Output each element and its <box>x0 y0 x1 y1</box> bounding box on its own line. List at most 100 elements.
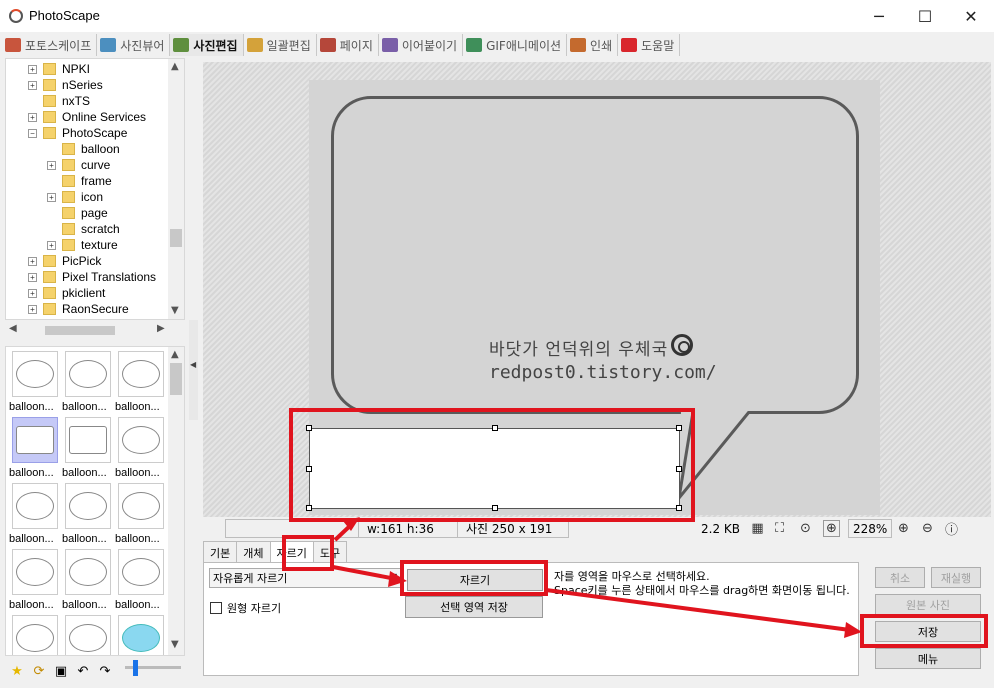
expand-toggle-icon[interactable]: + <box>47 160 56 170</box>
balloon-thumbnail-image[interactable] <box>12 417 58 463</box>
tab-gif-animation[interactable]: GIF애니메이션 <box>463 34 568 56</box>
tab-basic[interactable]: 기본 <box>203 541 238 563</box>
balloon-thumbnail-image[interactable] <box>12 483 58 529</box>
scroll-thumb[interactable] <box>170 229 182 247</box>
thumbnail-item[interactable]: balloon... <box>62 351 114 413</box>
zoom-out-icon[interactable]: ⊖ <box>919 520 936 537</box>
tree-item-scratch[interactable]: scratch <box>47 221 120 237</box>
tab-photo-viewer[interactable]: 사진뷰어 <box>97 34 171 56</box>
tree-item-raonsecure[interactable]: + RaonSecure <box>28 301 129 317</box>
tab-page[interactable]: 페이지 <box>317 34 379 56</box>
thumbnail-item[interactable] <box>62 615 114 655</box>
thumbnail-item[interactable] <box>9 615 61 655</box>
tree-horizontal-scrollbar[interactable]: ◀ ▶ <box>5 322 185 338</box>
scroll-up-icon[interactable]: ▲ <box>171 349 179 360</box>
scroll-right-icon[interactable]: ▶ <box>157 323 165 334</box>
balloon-thumbnail-image[interactable] <box>118 549 164 595</box>
tab-print[interactable]: 인쇄 <box>567 34 619 56</box>
thumbnail-item[interactable]: balloon... <box>9 549 61 611</box>
expand-toggle-icon[interactable]: + <box>28 112 37 122</box>
favorite-star-icon[interactable]: ★ <box>9 663 25 679</box>
balloon-thumbnail-image[interactable] <box>65 615 111 655</box>
original-photo-button[interactable]: 원본 사진 <box>875 594 981 615</box>
tree-item-nseries[interactable]: + nSeries <box>28 77 103 93</box>
thumbnail-size-slider[interactable] <box>125 660 181 676</box>
slider-knob[interactable] <box>133 660 138 676</box>
tree-item-balloon[interactable]: balloon <box>47 141 120 157</box>
tree-item-texture[interactable]: + texture <box>47 237 118 253</box>
expand-toggle-icon[interactable]: + <box>28 288 37 298</box>
expand-toggle-icon[interactable]: + <box>47 192 56 202</box>
balloon-thumbnail-image[interactable] <box>65 483 111 529</box>
collapse-arrow-icon[interactable]: ◀ <box>190 360 196 369</box>
tree-item-frame[interactable]: frame <box>47 173 112 189</box>
balloon-thumbnail-image[interactable] <box>12 615 58 655</box>
tree-item-icon[interactable]: + icon <box>47 189 103 205</box>
tree-item-nxts[interactable]: nxTS <box>28 93 90 109</box>
maximize-button[interactable]: ☐ <box>902 0 948 32</box>
tree-item-page[interactable]: page <box>47 205 108 221</box>
minimize-button[interactable]: ─ <box>856 0 902 32</box>
scroll-up-icon[interactable]: ▲ <box>171 61 179 72</box>
expand-toggle-icon[interactable]: + <box>28 272 37 282</box>
back-arrow-icon[interactable]: ↶ <box>75 663 91 679</box>
zoom-actual-icon[interactable]: ⊙ <box>797 520 814 537</box>
thumbnail-item[interactable]: balloon... <box>62 417 114 479</box>
expand-toggle-icon[interactable]: + <box>28 64 37 74</box>
zoom-fit-icon[interactable]: ⊕ <box>823 520 840 537</box>
tree-vertical-scrollbar[interactable]: ▲ ▼ <box>168 59 184 319</box>
tab-combine[interactable]: 이어붙이기 <box>379 34 464 56</box>
tree-item-online-services[interactable]: + Online Services <box>28 109 146 125</box>
tab-object[interactable]: 개체 <box>236 541 271 563</box>
balloon-thumbnail-image[interactable] <box>12 351 58 397</box>
thumbnail-item[interactable]: balloon... <box>9 351 61 413</box>
expand-toggle-icon[interactable]: + <box>28 256 37 266</box>
scroll-thumb[interactable] <box>170 363 182 395</box>
menu-button[interactable]: 메뉴 <box>875 648 981 669</box>
expand-toggle-icon[interactable]: + <box>28 80 37 90</box>
forward-arrow-icon[interactable]: ↷ <box>97 663 113 679</box>
save-selection-button[interactable]: 선택 영역 저장 <box>405 596 543 618</box>
checkbox-box[interactable] <box>210 602 222 614</box>
info-icon[interactable]: ⓘ <box>943 520 960 538</box>
balloon-thumbnail-image[interactable] <box>65 417 111 463</box>
balloon-thumbnail-image[interactable] <box>118 351 164 397</box>
tree-item-picpick[interactable]: + PicPick <box>28 253 101 269</box>
balloon-thumbnail-image[interactable] <box>12 549 58 595</box>
tab-photoscape-home[interactable]: 포토스케이프 <box>2 34 98 56</box>
balloon-thumbnail-image[interactable] <box>65 351 111 397</box>
fit-screen-icon[interactable]: ⛶ <box>771 520 788 537</box>
tab-help[interactable]: 도움말 <box>618 34 681 56</box>
thumbnail-item[interactable]: balloon... <box>115 417 167 479</box>
scroll-down-icon[interactable]: ▼ <box>171 305 179 316</box>
folder-view-icon[interactable]: ▣ <box>53 663 69 679</box>
cancel-button[interactable]: 취소 <box>875 567 925 588</box>
thumbnail-item[interactable]: balloon... <box>115 483 167 545</box>
circle-crop-checkbox[interactable]: 원형 자르기 <box>210 600 281 616</box>
thumbnail-item[interactable] <box>115 615 167 655</box>
tree-item-npki[interactable]: + NPKI <box>28 61 90 77</box>
expand-toggle-icon[interactable]: − <box>28 128 37 138</box>
thumbnail-item[interactable]: balloon... <box>115 549 167 611</box>
tab-photo-editor[interactable]: 사진편집 <box>170 34 244 56</box>
scroll-down-icon[interactable]: ▼ <box>171 639 179 650</box>
crop-mode-dropdown[interactable]: 자유롭게 자르기 ▼ <box>209 568 401 588</box>
thumbnail-item[interactable]: balloon... <box>9 417 61 479</box>
tree-item-curve[interactable]: + curve <box>47 157 110 173</box>
balloon-thumbnail-image[interactable] <box>118 417 164 463</box>
balloon-thumbnail-image[interactable] <box>118 615 164 655</box>
thumbnail-item[interactable]: balloon... <box>9 483 61 545</box>
tab-batch-editor[interactable]: 일괄편집 <box>244 34 317 56</box>
scroll-left-icon[interactable]: ◀ <box>9 323 17 334</box>
thumbnail-item[interactable]: balloon... <box>62 483 114 545</box>
panel-splitter[interactable]: ◀ <box>189 320 198 420</box>
zoom-in-icon[interactable]: ⊕ <box>895 520 912 537</box>
close-button[interactable]: ✕ <box>948 0 994 32</box>
checkerboard-icon[interactable]: ▦ <box>749 520 766 537</box>
tree-item-photoscape[interactable]: − PhotoScape <box>28 125 127 141</box>
tree-item-pixel-translations[interactable]: + Pixel Translations <box>28 269 156 285</box>
refresh-icon[interactable]: ⟳ <box>31 663 47 679</box>
tree-item-pkiclient[interactable]: + pkiclient <box>28 285 105 301</box>
expand-toggle-icon[interactable]: + <box>47 240 56 250</box>
expand-toggle-icon[interactable]: + <box>28 304 37 314</box>
